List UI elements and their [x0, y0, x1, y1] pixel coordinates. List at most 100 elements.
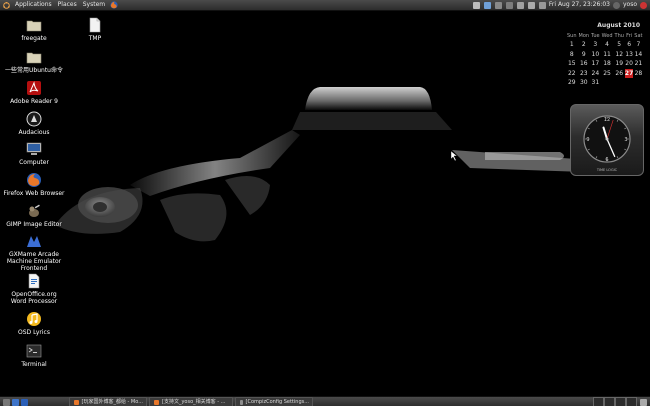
- folder-icon: [26, 17, 42, 33]
- panel-clock[interactable]: Fri Aug 27, 23:26:03: [549, 0, 610, 10]
- indicator-icon[interactable]: [494, 1, 502, 9]
- taskbar-item[interactable]: [CompizConfig Settings...: [235, 397, 313, 406]
- calendar-week: 29 30 31: [566, 78, 643, 88]
- desktop-icon-audacious[interactable]: Audacious: [3, 111, 65, 136]
- desktop-icon-firefox[interactable]: Firefox Web Browser: [3, 172, 65, 197]
- icon-label: OSD Lyrics: [18, 329, 50, 336]
- calendar-week: 8 9 10 11 12 13 14: [566, 50, 643, 60]
- workspace-2[interactable]: [604, 397, 615, 406]
- weekday-header: Sat: [634, 32, 643, 39]
- launcher-icon[interactable]: [12, 398, 19, 406]
- openoffice-writer-icon: [26, 273, 42, 289]
- calendar-day[interactable]: 22: [566, 69, 578, 79]
- gimp-icon: [26, 203, 42, 219]
- trash-icon[interactable]: [640, 398, 647, 406]
- weekday-header: Tue: [591, 32, 600, 39]
- calendar-day: [633, 78, 643, 88]
- notification-icon[interactable]: [483, 1, 491, 9]
- menu-places[interactable]: Places: [55, 0, 80, 10]
- desktop-icon-terminal[interactable]: Terminal: [3, 343, 65, 368]
- firefox-icon: [26, 172, 42, 188]
- weekday-header: Wed: [601, 32, 613, 39]
- adobe-reader-icon: [26, 80, 42, 96]
- calendar-day[interactable]: 29: [566, 78, 578, 88]
- clock-brand: TIME LOGIC: [596, 168, 618, 172]
- desktop-icon-tmp[interactable]: TMP: [64, 17, 126, 42]
- chat-icon[interactable]: [505, 1, 513, 9]
- desktop-icon-computer[interactable]: Computer: [3, 141, 65, 166]
- launcher-icon[interactable]: [21, 398, 28, 406]
- battery-icon[interactable]: [516, 1, 524, 9]
- desktop-icon-ubuntu-commands[interactable]: 一些常用Ubuntu命令: [3, 49, 65, 74]
- workspace-1[interactable]: [593, 397, 604, 406]
- desktop-icon-osd-lyrics[interactable]: OSD Lyrics: [3, 311, 65, 336]
- desktop[interactable]: Applications Places System Fri Aug 27, 2…: [0, 0, 650, 406]
- desktop-icon-adobe-reader[interactable]: Adobe Reader 9: [3, 80, 65, 105]
- calendar-day[interactable]: 6: [625, 40, 633, 50]
- firefox-launcher-icon[interactable]: [108, 1, 120, 9]
- calendar-day[interactable]: 12: [614, 50, 625, 60]
- calendar-day: [614, 78, 625, 88]
- power-icon[interactable]: [640, 1, 647, 9]
- ubuntu-logo-icon[interactable]: [0, 1, 12, 9]
- calendar-week: 15 16 17 18 19 20 21: [566, 59, 643, 69]
- calendar-day[interactable]: 15: [566, 59, 578, 69]
- clock-widget[interactable]: 12 3 6 9 TIME LOGIC: [570, 104, 644, 176]
- calendar-day[interactable]: 28: [633, 69, 643, 79]
- taskbar-item[interactable]: [玩家国外博客_都给 - Mo...: [69, 397, 147, 406]
- calendar-day[interactable]: 3: [590, 40, 601, 50]
- calendar-day[interactable]: 18: [601, 59, 614, 69]
- show-desktop-icon[interactable]: [3, 398, 10, 406]
- calendar-day[interactable]: 10: [590, 50, 601, 60]
- calendar-week: 1234567: [566, 40, 643, 50]
- file-icon: [87, 17, 103, 33]
- mail-icon[interactable]: [527, 1, 535, 9]
- network-icon[interactable]: [472, 1, 480, 9]
- calendar-day[interactable]: 20: [625, 59, 633, 69]
- icon-label: Computer: [19, 159, 49, 166]
- bottom-panel: [玩家国外博客_都给 - Mo... [支持文_yoso_相关博客 - ... …: [0, 396, 650, 406]
- calendar-day[interactable]: 19: [614, 59, 625, 69]
- panel-username[interactable]: yoso: [623, 0, 637, 10]
- calendar-day[interactable]: 14: [633, 50, 643, 60]
- calendar-day[interactable]: 16: [578, 59, 591, 69]
- volume-icon[interactable]: [538, 1, 546, 9]
- desktop-icon-freegate[interactable]: freegate: [3, 17, 65, 42]
- clock-numeral-9: 9: [586, 137, 589, 143]
- calendar-day[interactable]: 8: [566, 50, 578, 60]
- workspace-3[interactable]: [615, 397, 626, 406]
- desktop-icon-openoffice-writer[interactable]: OpenOffice.org Word Processor: [3, 273, 65, 305]
- calendar-day[interactable]: 5: [614, 40, 625, 50]
- user-icon: [612, 1, 620, 9]
- folder-icon: [26, 49, 42, 65]
- calendar-grid: Sun Mon Tue Wed Thu Fri Sat 1 2 3 4 5 6 7 8 9 10 1…: [566, 31, 643, 88]
- taskbar-item[interactable]: [支持文_yoso_相关博客 - ...: [149, 397, 233, 406]
- calendar-day[interactable]: 31: [590, 78, 601, 88]
- calendar-day[interactable]: 24: [590, 69, 601, 79]
- firefox-icon: [74, 399, 79, 405]
- calendar-day[interactable]: 1: [566, 40, 578, 50]
- calendar-day[interactable]: 27: [624, 68, 634, 78]
- workspace-4[interactable]: [626, 397, 637, 406]
- calendar-day[interactable]: 21: [633, 59, 643, 69]
- calendar-day[interactable]: 13: [625, 50, 633, 60]
- menu-applications[interactable]: Applications: [12, 0, 55, 10]
- clock-numeral-3: 3: [624, 137, 627, 143]
- desktop-icon-gimp[interactable]: GIMP Image Editor: [3, 203, 65, 228]
- desktop-icon-gxmame[interactable]: GXMame Arcade Machine Emulator Frontend: [3, 233, 65, 272]
- icon-label: Terminal: [21, 361, 47, 368]
- calendar-day[interactable]: 26: [614, 69, 625, 79]
- icon-label: Firefox Web Browser: [3, 190, 65, 197]
- calendar-day[interactable]: 7: [633, 40, 643, 50]
- calendar-day[interactable]: 11: [601, 50, 614, 60]
- calendar-day[interactable]: 23: [578, 69, 591, 79]
- calendar-day[interactable]: 25: [601, 69, 614, 79]
- calendar-day[interactable]: 30: [578, 78, 591, 88]
- calendar-day[interactable]: 4: [601, 40, 614, 50]
- calendar-day[interactable]: 2: [578, 40, 591, 50]
- calendar-widget[interactable]: August 2010 Sun Mon Tue Wed Thu Fri Sat …: [566, 22, 642, 88]
- icon-label: 一些常用Ubuntu命令: [5, 67, 63, 74]
- calendar-day[interactable]: 17: [590, 59, 601, 69]
- menu-system[interactable]: System: [80, 0, 108, 10]
- calendar-day[interactable]: 9: [578, 50, 591, 60]
